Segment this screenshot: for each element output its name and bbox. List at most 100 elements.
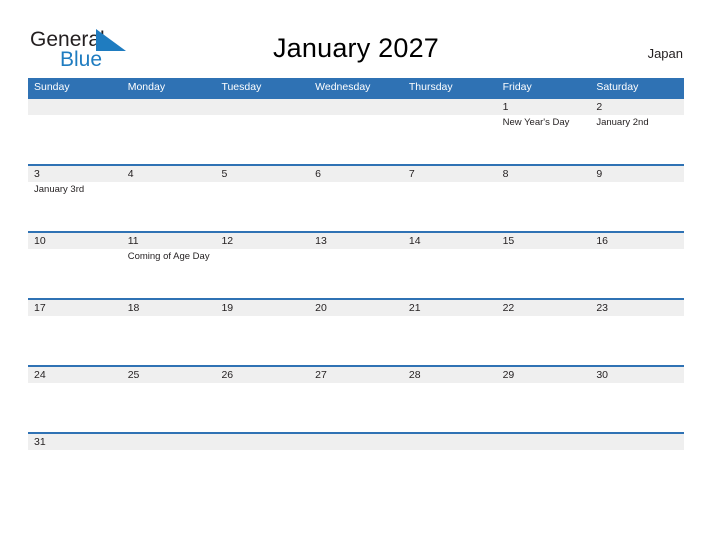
day-event xyxy=(215,450,309,499)
day-number[interactable]: 8 xyxy=(497,166,591,182)
day-number[interactable]: 2 xyxy=(590,99,684,115)
day-number[interactable]: 3 xyxy=(28,166,122,182)
day-number[interactable]: 10 xyxy=(28,233,122,249)
day-event xyxy=(590,383,684,432)
day-event-band: January 3rd xyxy=(28,182,684,231)
day-event: Coming of Age Day xyxy=(127,251,210,262)
week-row: 17 18 19 20 21 22 23 xyxy=(28,298,684,365)
day-number-band: 1 2 xyxy=(28,99,684,115)
day-number[interactable] xyxy=(590,434,684,450)
day-number[interactable]: 1 xyxy=(497,99,591,115)
week-row: 10 11 12 13 14 15 16 Coming of Age Day xyxy=(28,231,684,298)
day-number-band: 17 18 19 20 21 22 23 xyxy=(28,300,684,316)
day-number[interactable]: 30 xyxy=(590,367,684,383)
day-event xyxy=(403,182,497,231)
day-number[interactable]: 5 xyxy=(215,166,309,182)
day-number[interactable]: 15 xyxy=(497,233,591,249)
week-row: 3 4 5 6 7 8 9 January 3rd xyxy=(28,164,684,231)
day-number[interactable]: 12 xyxy=(215,233,309,249)
day-number[interactable] xyxy=(215,99,309,115)
day-number[interactable]: 4 xyxy=(122,166,216,182)
day-event xyxy=(28,316,122,365)
day-event-band xyxy=(28,316,684,365)
dow-thursday: Thursday xyxy=(408,81,453,93)
week-row: 31 xyxy=(28,432,684,499)
day-event xyxy=(122,450,216,499)
day-event xyxy=(403,316,497,365)
day-event-band: New Year's Day January 2nd xyxy=(28,115,684,164)
day-number[interactable]: 22 xyxy=(497,300,591,316)
day-event xyxy=(28,450,122,499)
day-number[interactable]: 25 xyxy=(122,367,216,383)
page-header: General Blue January 2027 Japan xyxy=(0,0,712,78)
day-event xyxy=(309,115,403,164)
day-number[interactable]: 18 xyxy=(122,300,216,316)
day-number[interactable]: 28 xyxy=(403,367,497,383)
day-number[interactable] xyxy=(497,434,591,450)
day-number-band: 24 25 26 27 28 29 30 xyxy=(28,367,684,383)
day-number[interactable]: 7 xyxy=(403,166,497,182)
day-event xyxy=(403,115,497,164)
day-event xyxy=(497,249,591,298)
day-number[interactable] xyxy=(309,99,403,115)
day-number[interactable]: 9 xyxy=(590,166,684,182)
day-event xyxy=(122,383,216,432)
day-number[interactable]: 23 xyxy=(590,300,684,316)
day-number[interactable] xyxy=(122,434,216,450)
day-number[interactable]: 21 xyxy=(403,300,497,316)
day-number[interactable]: 14 xyxy=(403,233,497,249)
day-event xyxy=(590,316,684,365)
day-number-band: 31 xyxy=(28,434,684,450)
day-number-band: 3 4 5 6 7 8 9 xyxy=(28,166,684,182)
day-event xyxy=(497,450,591,499)
day-event xyxy=(497,383,591,432)
day-event xyxy=(28,249,122,298)
day-number[interactable]: 24 xyxy=(28,367,122,383)
day-event xyxy=(28,115,122,164)
day-number[interactable]: 13 xyxy=(309,233,403,249)
day-event xyxy=(215,182,309,231)
calendar-grid: Sunday Monday Tuesday Wednesday Thursday… xyxy=(28,78,684,499)
region-label: Japan xyxy=(647,46,683,61)
day-event xyxy=(497,316,591,365)
day-event xyxy=(590,182,684,231)
day-number[interactable] xyxy=(28,99,122,115)
day-event xyxy=(309,249,403,298)
dow-saturday: Saturday xyxy=(596,81,639,93)
day-event: January 3rd xyxy=(34,184,85,195)
day-event xyxy=(122,115,216,164)
day-number[interactable]: 29 xyxy=(497,367,591,383)
week-row: 24 25 26 27 28 29 30 xyxy=(28,365,684,432)
day-number[interactable]: 31 xyxy=(28,434,122,450)
day-event xyxy=(122,316,216,365)
day-of-week-header-row: Sunday Monday Tuesday Wednesday Thursday… xyxy=(28,78,684,97)
day-number[interactable]: 27 xyxy=(309,367,403,383)
day-number[interactable] xyxy=(403,434,497,450)
dow-monday: Monday xyxy=(127,81,166,93)
dow-sunday: Sunday xyxy=(34,81,70,93)
day-number-band: 10 11 12 13 14 15 16 xyxy=(28,233,684,249)
day-number[interactable]: 19 xyxy=(215,300,309,316)
dow-wednesday: Wednesday xyxy=(315,81,371,93)
day-event-band xyxy=(28,383,684,432)
day-event: January 2nd xyxy=(596,117,649,128)
day-event xyxy=(309,450,403,499)
day-number[interactable]: 17 xyxy=(28,300,122,316)
day-number[interactable] xyxy=(309,434,403,450)
day-number[interactable]: 26 xyxy=(215,367,309,383)
day-event xyxy=(403,249,497,298)
day-number[interactable] xyxy=(403,99,497,115)
day-number[interactable] xyxy=(122,99,216,115)
day-event xyxy=(403,383,497,432)
day-number[interactable]: 16 xyxy=(590,233,684,249)
day-number[interactable]: 20 xyxy=(309,300,403,316)
week-row: 1 2 New Year's Day January 2nd xyxy=(28,97,684,164)
day-number[interactable] xyxy=(215,434,309,450)
day-number[interactable]: 11 xyxy=(122,233,216,249)
day-event xyxy=(28,383,122,432)
day-number[interactable]: 6 xyxy=(309,166,403,182)
day-event xyxy=(215,316,309,365)
day-event-band xyxy=(28,450,684,499)
day-event xyxy=(122,182,216,231)
day-event xyxy=(403,450,497,499)
